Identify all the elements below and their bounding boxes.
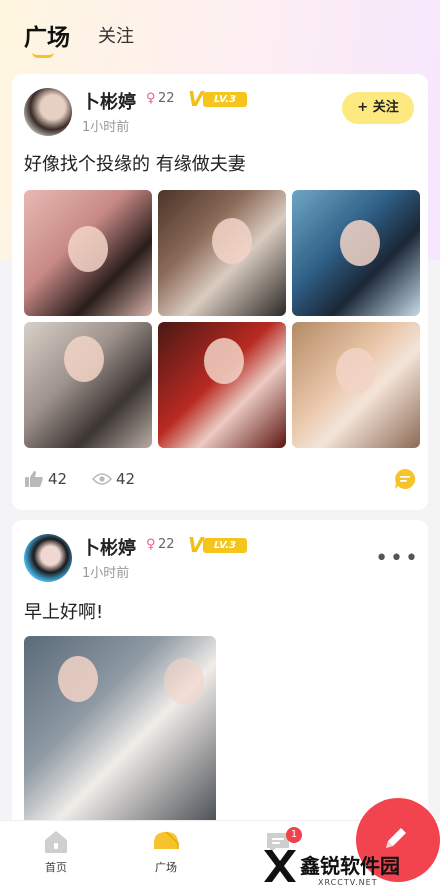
post-card: 卜彬婷 ♀ 22 V LV.3 1小时前 ••• 早上好啊! [12,520,428,840]
post-photo[interactable] [292,322,420,448]
view-count: 42 [116,470,136,488]
female-icon: ♀ [146,537,156,552]
nav-home-label: 首页 [45,861,67,874]
vip-badge: V LV.3 [188,87,248,111]
avatar[interactable] [24,534,72,582]
top-tab-bar: 广场 关注 [0,0,440,70]
watermark-subtitle: XRCCTV.NET [318,878,378,887]
post-photo[interactable] [158,322,286,448]
female-icon: ♀ [146,91,156,106]
vip-level: LV.3 [203,538,247,553]
vip-v-icon: V [188,87,204,111]
eye-icon [92,473,112,485]
post-photo[interactable] [24,190,152,316]
username[interactable]: 卜彬婷 [82,88,136,114]
vip-level: LV.3 [203,92,247,107]
username[interactable]: 卜彬婷 [82,534,136,560]
nav-home[interactable]: 首页 [26,829,86,875]
post-text: 好像找个投缘的 有缘做夫妻 [24,154,246,175]
post-card: 卜彬婷 ♀ 22 V LV.3 1小时前 + 关注 好像找个投缘的 有缘做夫妻 … [12,74,428,510]
like-count: 42 [48,470,68,488]
vip-badge: V LV.3 [188,533,248,557]
nav-square[interactable]: 广场 [136,829,196,875]
home-icon [45,831,67,853]
tab-follow[interactable]: 关注 [98,22,134,48]
more-options-button[interactable]: ••• [375,546,420,571]
post-photo[interactable] [292,190,420,316]
watermark: 鑫锐软件园 XRCCTV.NET [258,846,438,892]
post-photo[interactable] [158,190,286,316]
comment-icon[interactable] [394,468,416,490]
avatar[interactable] [24,88,72,136]
age-label: 22 [158,537,175,552]
tab-square[interactable]: 广场 [24,18,70,52]
watermark-title: 鑫锐软件园 [300,854,400,878]
thumbs-up-icon[interactable] [24,470,44,488]
watermark-logo-icon [264,850,296,882]
post-time: 1小时前 [82,566,130,581]
follow-button[interactable]: + 关注 [342,92,414,124]
vip-v-icon: V [188,533,204,557]
age-label: 22 [158,91,175,106]
square-icon [154,831,179,849]
post-photo[interactable] [24,636,216,840]
post-text: 早上好啊! [24,602,104,623]
nav-square-label: 广场 [155,861,177,874]
active-tab-indicator [32,52,54,58]
post-time: 1小时前 [82,120,130,135]
post-photo[interactable] [24,322,152,448]
unread-badge: 1 [286,827,302,843]
